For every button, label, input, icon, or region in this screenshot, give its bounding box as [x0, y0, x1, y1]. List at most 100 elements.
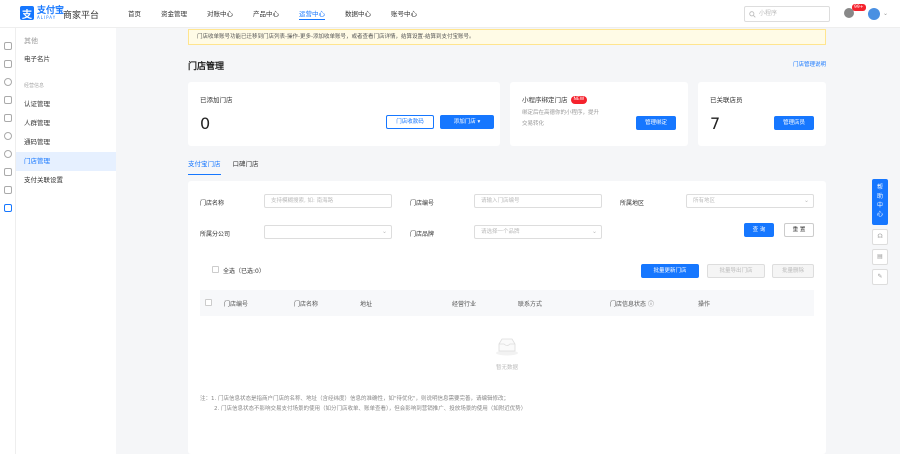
page-title: 门店管理	[188, 62, 225, 72]
col-store-code: 门店编号	[224, 301, 249, 308]
add-store-button[interactable]: 添加门店 ▾	[440, 115, 494, 129]
miniprogram-card: 小程序绑定门店 NEW 绑定后在高德你的小程序，提升交易转化 管理绑定	[510, 82, 688, 146]
sidebar-title: 其他	[24, 37, 38, 45]
store-code-label: 门店编号	[410, 200, 435, 207]
logo-text: 支付宝 ALIPAY	[37, 6, 64, 20]
region-select[interactable]: 所有地区 ⌄	[686, 194, 814, 208]
batch-update-button[interactable]: 批量更新门店	[641, 264, 699, 278]
nav-account[interactable]: 账号中心	[391, 0, 417, 28]
note-1: 注：1. 门店信息状态是指商户门店的名称、地址（含经纬度）信息的准确性，如"待优…	[200, 396, 510, 402]
col-address: 地址	[360, 301, 373, 308]
nav-data[interactable]: 数据中心	[345, 0, 371, 28]
news-icon[interactable]: ▤	[872, 249, 888, 265]
sidebar-item-cert[interactable]: 认证管理	[16, 95, 116, 114]
notes: 注：1. 门店信息状态是指商户门店的名称、地址（含经纬度）信息的准确性，如"待优…	[200, 394, 526, 414]
add-store-label: 添加门店	[453, 119, 476, 125]
notification-badge: 99+	[852, 4, 866, 11]
target-icon[interactable]	[4, 78, 12, 86]
sidebar-group-business: 经营信息 认证管理 人群管理 通码管理 门店管理 支付关联设置	[16, 69, 116, 190]
sidebar-item-ecard[interactable]: 电子名片	[16, 50, 116, 69]
col-info-status: 门店信息状态 ⓘ	[610, 299, 654, 308]
search-input[interactable]: 小程序	[744, 6, 830, 22]
store-panel: 门店名称 支持模糊搜索, 如: 南海路 门店编号 请输入门店编号 所属地区 所有…	[188, 181, 826, 454]
brand-label: 门店品牌	[410, 231, 435, 238]
stores-card: 已添加门店 0 门店收款码 添加门店 ▾	[188, 82, 500, 146]
branch-label: 所属分公司	[200, 231, 231, 238]
region-value: 所有地区	[693, 198, 716, 204]
headset-icon[interactable]: ☊	[872, 229, 888, 245]
sidebar-group-other: 其他 电子名片	[16, 28, 116, 69]
help-center-button[interactable]: 帮 助 中 心	[872, 179, 888, 225]
document-icon[interactable]	[4, 96, 12, 104]
branch-select[interactable]: ⌄	[264, 225, 392, 239]
manage-members-button[interactable]: 管理店员	[774, 116, 814, 130]
tab-alipay-stores[interactable]: 支付宝门店	[188, 158, 221, 175]
sidebar-item-code[interactable]: 通码管理	[16, 133, 116, 152]
sidebar-item-stores[interactable]: 门店管理	[16, 152, 116, 171]
notice-banner: 门店收单账号功能已迁移到门店列表-操作-更多-添加收单账号，或者查看门店详情，结…	[188, 29, 826, 45]
miniprogram-desc: 绑定后在高德你的小程序，提升交易转化	[522, 110, 600, 127]
select-all-checkbox[interactable]	[212, 266, 219, 273]
nav-funds[interactable]: 资金管理	[161, 0, 187, 28]
chevron-down-icon: ⌄	[591, 228, 597, 235]
logo-en: ALIPAY	[37, 14, 57, 20]
store-icon[interactable]	[4, 204, 12, 212]
store-code-input[interactable]: 请输入门店编号	[474, 194, 602, 208]
settings-icon[interactable]	[4, 132, 12, 140]
stores-count: 0	[200, 114, 211, 133]
nav-products[interactable]: 产品中心	[253, 0, 279, 28]
icon-rail	[0, 28, 16, 454]
help-char-3: 中	[876, 202, 883, 209]
header-checkbox[interactable]	[205, 299, 212, 306]
store-name-input[interactable]: 支持模糊搜索, 如: 南海路	[264, 194, 392, 208]
sidebar-item-crowd[interactable]: 人群管理	[16, 114, 116, 133]
miniprogram-title: 小程序绑定门店	[522, 96, 568, 104]
new-badge: NEW	[570, 96, 588, 104]
nav-home[interactable]: 首页	[128, 0, 141, 28]
list-icon[interactable]	[4, 186, 12, 194]
shop-icon[interactable]	[4, 114, 12, 122]
query-button[interactable]: 查 询	[744, 223, 774, 237]
alipay-logo[interactable]: 支 支付宝 ALIPAY	[20, 6, 64, 21]
nav-reconcile[interactable]: 对账中心	[207, 0, 233, 28]
edit-icon[interactable]: ✎	[872, 269, 888, 285]
table-header: 门店编号 门店名称 地址 经营行业 联系方式 门店信息状态 ⓘ 操作	[200, 290, 814, 316]
search-icon	[749, 11, 756, 18]
empty-text: 暂无数据	[495, 365, 518, 371]
chevron-down-icon[interactable]: ⌄	[883, 10, 888, 17]
chevron-down-icon: ⌄	[803, 197, 809, 204]
top-bar: 支 支付宝 ALIPAY 商家平台 首页 资金管理 对账中心 产品中心 运营中心…	[0, 0, 900, 28]
main-nav: 首页 资金管理 对账中心 产品中心 运营中心 数据中心 账号中心	[128, 0, 437, 28]
card-icon[interactable]	[4, 60, 12, 68]
user-icon[interactable]	[4, 150, 12, 158]
region-label: 所属地区	[620, 200, 645, 207]
brand-select[interactable]: 请选择一个品牌 ⌄	[474, 225, 602, 239]
info-icon[interactable]: ⓘ	[648, 301, 654, 308]
tab-koubei-stores[interactable]: 口碑门店	[233, 158, 259, 175]
miniprogram-label: 小程序绑定门店 NEW	[522, 94, 588, 104]
mail-icon[interactable]	[4, 168, 12, 176]
note-2: 2. 门店信息状态不影响交易支付场景的使用（如分门店收单、账单查看），但会影响到…	[214, 406, 527, 412]
avatar[interactable]	[868, 8, 880, 20]
help-char-2: 助	[876, 193, 883, 200]
manage-binding-button[interactable]: 管理绑定	[636, 116, 676, 130]
empty-box-icon	[496, 338, 518, 356]
batch-export-button[interactable]: 批量导出门店	[707, 264, 765, 278]
sidebar-item-payment-link[interactable]: 支付关联设置	[16, 171, 116, 190]
help-char-4: 心	[876, 211, 883, 218]
chevron-down-icon: ⌄	[381, 228, 387, 235]
col-store-name: 门店名称	[294, 301, 319, 308]
reset-button[interactable]: 重 置	[784, 223, 814, 237]
menu-icon[interactable]	[4, 42, 12, 50]
store-qr-button[interactable]: 门店收款码	[386, 115, 434, 129]
col-actions: 操作	[698, 301, 711, 308]
help-link[interactable]: 门店管理说明	[793, 60, 826, 68]
select-all-label: 全选（已选:0）	[223, 268, 265, 275]
caret-down-icon: ▾	[477, 119, 481, 125]
brand-value: 请选择一个品牌	[481, 229, 520, 235]
members-count: 7	[710, 114, 721, 133]
batch-delete-button[interactable]: 批量删除	[772, 264, 814, 278]
col-contact: 联系方式	[518, 301, 543, 308]
nav-operations[interactable]: 运营中心	[299, 0, 325, 28]
platform-title: 商家平台	[63, 11, 100, 21]
